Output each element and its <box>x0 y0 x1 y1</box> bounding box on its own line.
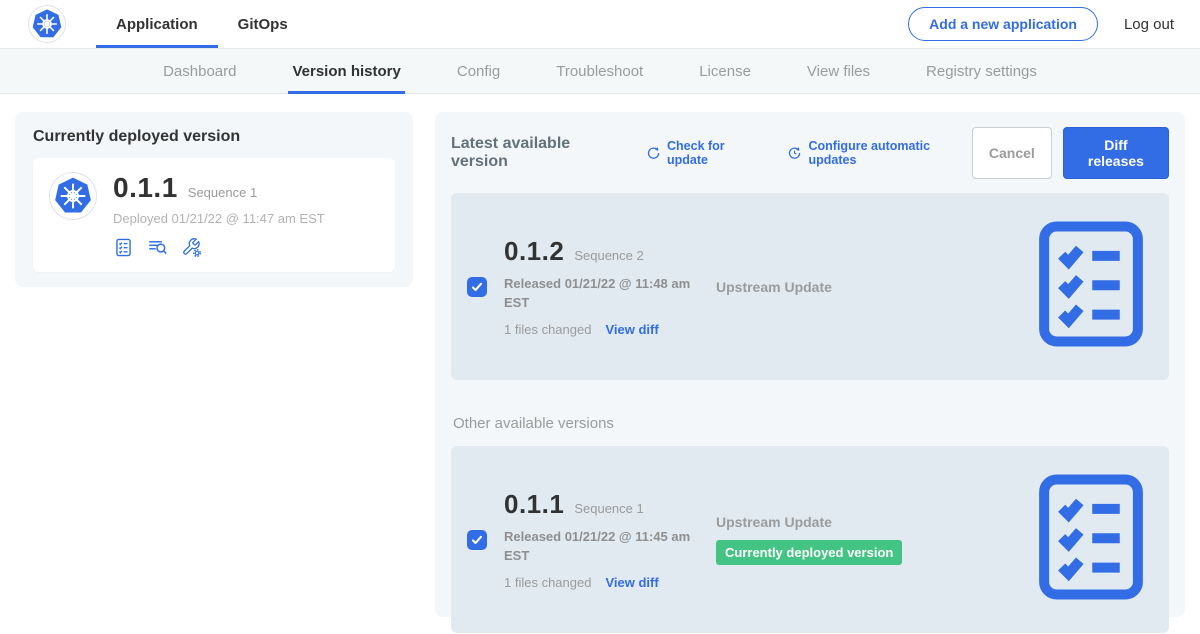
subtab-view-files-label: View files <box>807 63 870 80</box>
subtab-registry-settings[interactable]: Registry settings <box>898 49 1065 93</box>
version-source: Upstream Update Currently deployed versi… <box>716 514 941 565</box>
auto-update-icon <box>787 145 802 161</box>
subtab-dashboard[interactable]: Dashboard <box>135 49 264 93</box>
logout-link[interactable]: Log out <box>1124 16 1174 33</box>
preflight-checks-icon[interactable] <box>941 209 1200 364</box>
version-number: 0.1.2 <box>504 236 564 267</box>
subtab-registry-settings-label: Registry settings <box>926 63 1037 80</box>
subtab-troubleshoot-label: Troubleshoot <box>556 63 643 80</box>
version-number: 0.1.1 <box>504 489 564 520</box>
subtab-version-history-label: Version history <box>292 63 400 80</box>
view-diff-link[interactable]: View diff <box>605 322 658 337</box>
subtab-config[interactable]: Config <box>429 49 528 93</box>
source-label: Upstream Update <box>716 279 941 295</box>
top-nav-tabs: Application GitOps <box>96 0 308 48</box>
configure-automatic-updates-label: Configure automatic updates <box>809 139 972 167</box>
available-versions-header: Latest available version Check for updat… <box>451 127 1169 179</box>
preflight-checks-icon[interactable] <box>941 462 1200 617</box>
top-nav-right: Add a new application Log out <box>908 7 1174 41</box>
subtab-license[interactable]: License <box>671 49 779 93</box>
latest-available-title: Latest available version <box>451 135 622 171</box>
other-available-versions-title: Other available versions <box>453 415 1169 432</box>
available-versions-panel: Latest available version Check for updat… <box>435 112 1185 617</box>
refresh-icon <box>646 145 661 161</box>
tab-gitops-label: GitOps <box>238 16 288 33</box>
files-changed-label: 1 files changed <box>504 575 591 590</box>
version-checkbox-0-1-1[interactable] <box>467 530 487 550</box>
check-for-update-label: Check for update <box>667 139 763 167</box>
main-content: Currently deployed version 0.1.1 Sequenc… <box>0 94 1200 634</box>
deploy-logs-icon[interactable] <box>147 237 168 258</box>
subtab-version-history[interactable]: Version history <box>264 49 428 93</box>
deployed-sequence-label: Sequence 1 <box>188 185 257 200</box>
tab-gitops[interactable]: GitOps <box>218 0 308 48</box>
version-card-0-1-2: 0.1.2 Sequence 2 Released 01/21/22 @ 11:… <box>451 193 1169 380</box>
check-icon <box>470 533 484 547</box>
app-sub-nav: Dashboard Version history Config Trouble… <box>0 48 1200 94</box>
source-label: Upstream Update <box>716 514 941 530</box>
deployed-version-info: 0.1.1 Sequence 1 Deployed 01/21/22 @ 11:… <box>113 172 325 258</box>
deployed-version-number: 0.1.1 <box>113 172 178 204</box>
subtab-view-files[interactable]: View files <box>779 49 898 93</box>
version-card-0-1-1: 0.1.1 Sequence 1 Released 01/21/22 @ 11:… <box>451 446 1169 633</box>
check-for-update-link[interactable]: Check for update <box>646 139 763 167</box>
released-timestamp: Released 01/21/22 @ 11:45 am EST <box>504 528 699 564</box>
add-new-application-button[interactable]: Add a new application <box>908 7 1098 41</box>
subtab-dashboard-label: Dashboard <box>163 63 236 80</box>
kubernetes-wheel-icon <box>53 176 93 216</box>
preflight-checks-icon[interactable] <box>113 237 134 258</box>
subtab-troubleshoot[interactable]: Troubleshoot <box>528 49 671 93</box>
kubernetes-logo <box>28 5 66 43</box>
check-icon <box>470 280 484 294</box>
tab-application[interactable]: Application <box>96 0 218 48</box>
diff-releases-button[interactable]: Diff releases <box>1063 127 1169 179</box>
version-checkbox-0-1-2[interactable] <box>467 277 487 297</box>
version-info: 0.1.2 Sequence 2 Released 01/21/22 @ 11:… <box>504 236 716 336</box>
kubernetes-wheel-icon <box>31 8 63 40</box>
cancel-button[interactable]: Cancel <box>972 127 1052 179</box>
deployed-timestamp: Deployed 01/21/22 @ 11:47 am EST <box>113 211 325 226</box>
currently-deployed-title: Currently deployed version <box>33 128 395 146</box>
currently-deployed-card: 0.1.1 Sequence 1 Deployed 01/21/22 @ 11:… <box>33 158 395 272</box>
version-source: Upstream Update <box>716 279 941 295</box>
configure-automatic-updates-link[interactable]: Configure automatic updates <box>787 139 972 167</box>
version-info: 0.1.1 Sequence 1 Released 01/21/22 @ 11:… <box>504 489 716 589</box>
subtab-license-label: License <box>699 63 751 80</box>
subtab-config-label: Config <box>457 63 500 80</box>
currently-deployed-badge: Currently deployed version <box>716 540 902 565</box>
sequence-label: Sequence 1 <box>574 501 643 516</box>
files-changed-label: 1 files changed <box>504 322 591 337</box>
top-nav: Application GitOps Add a new application… <box>0 0 1200 48</box>
app-icon <box>49 172 97 220</box>
currently-deployed-panel: Currently deployed version 0.1.1 Sequenc… <box>15 112 413 287</box>
edit-config-icon[interactable] <box>181 237 202 258</box>
released-timestamp: Released 01/21/22 @ 11:48 am EST <box>504 275 699 311</box>
sequence-label: Sequence 2 <box>574 248 643 263</box>
view-diff-link[interactable]: View diff <box>605 575 658 590</box>
version-actions: Deploy <box>941 209 1200 364</box>
tab-application-label: Application <box>116 16 198 33</box>
version-actions: Redeploy <box>941 462 1200 617</box>
